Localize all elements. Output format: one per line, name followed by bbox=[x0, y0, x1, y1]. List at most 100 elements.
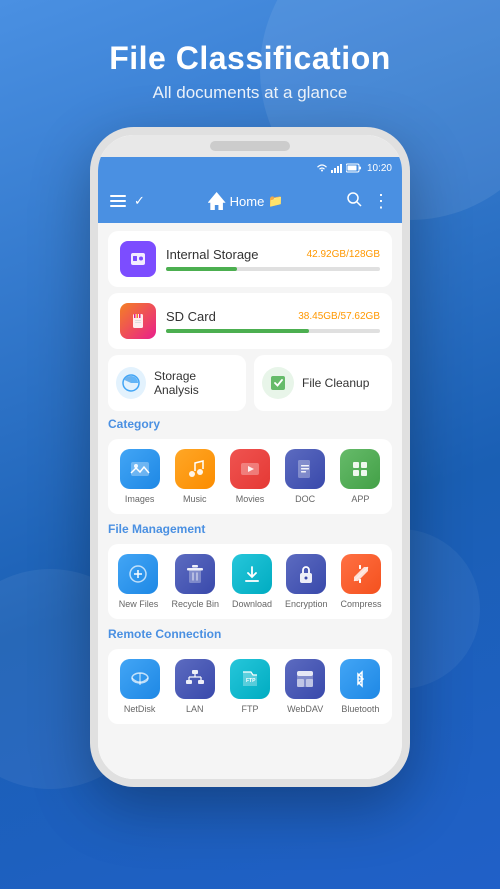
more-options-icon[interactable]: ⋮ bbox=[372, 191, 390, 212]
toolbar-right: ⋮ bbox=[346, 191, 390, 212]
battery-icon bbox=[346, 163, 362, 173]
compress-svg bbox=[350, 563, 372, 585]
analysis-icon bbox=[121, 373, 141, 393]
webdav-item[interactable]: WebDAV bbox=[285, 659, 325, 714]
file-cleanup-card[interactable]: File Cleanup bbox=[254, 355, 392, 411]
internal-storage-bar-wrap bbox=[166, 267, 380, 271]
compress-item[interactable]: Compress bbox=[340, 554, 381, 609]
internal-storage-card[interactable]: Internal Storage 42.92GB/128GB bbox=[108, 231, 392, 287]
phone-mockup: 10:20 ✓ Home 📁 bbox=[90, 127, 410, 787]
internal-storage-icon bbox=[120, 241, 156, 277]
cleanup-icon bbox=[268, 373, 288, 393]
music-icon bbox=[175, 449, 215, 489]
ftp-svg: FTP bbox=[239, 668, 261, 690]
ftp-icon: FTP bbox=[230, 659, 270, 699]
category-app[interactable]: APP bbox=[340, 449, 380, 504]
toolbar-center: Home 📁 bbox=[153, 192, 338, 210]
sd-card-icon bbox=[120, 303, 156, 339]
netdisk-svg bbox=[129, 668, 151, 690]
music-label: Music bbox=[183, 494, 207, 504]
toolbar-left: ✓ bbox=[110, 193, 145, 209]
recycle-svg bbox=[184, 563, 206, 585]
file-cleanup-label: File Cleanup bbox=[302, 376, 369, 390]
new-files-item[interactable]: New Files bbox=[118, 554, 158, 609]
remote-connection-title: Remote Connection bbox=[108, 627, 392, 641]
folder-icon: 📁 bbox=[268, 194, 283, 208]
encryption-label: Encryption bbox=[285, 599, 328, 609]
search-icon[interactable] bbox=[346, 191, 362, 212]
download-item[interactable]: Download bbox=[232, 554, 272, 609]
sd-card-size: 38.45GB/57.62GB bbox=[298, 311, 380, 322]
images-svg bbox=[129, 458, 151, 480]
movies-icon bbox=[230, 449, 270, 489]
webdav-icon bbox=[285, 659, 325, 699]
app-header: File Classification All documents at a g… bbox=[109, 40, 391, 103]
internal-storage-size: 42.92GB/128GB bbox=[307, 249, 380, 260]
ftp-item[interactable]: FTP FTP bbox=[230, 659, 270, 714]
phone-body: 10:20 ✓ Home 📁 bbox=[90, 127, 410, 787]
hamburger-menu[interactable] bbox=[110, 195, 126, 207]
category-music[interactable]: Music bbox=[175, 449, 215, 504]
file-management-grid: New Files bbox=[108, 544, 392, 619]
recycle-bin-icon bbox=[175, 554, 215, 594]
movies-svg bbox=[239, 458, 261, 480]
images-label: Images bbox=[125, 494, 155, 504]
recycle-bin-item[interactable]: Recycle Bin bbox=[171, 554, 219, 609]
home-icon bbox=[208, 192, 226, 210]
doc-label: DOC bbox=[295, 494, 315, 504]
internal-storage-row: Internal Storage 42.92GB/128GB bbox=[166, 247, 380, 262]
category-images[interactable]: Images bbox=[120, 449, 160, 504]
category-movies[interactable]: Movies bbox=[230, 449, 270, 504]
doc-icon bbox=[285, 449, 325, 489]
sd-card-info: SD Card 38.45GB/57.62GB bbox=[166, 309, 380, 333]
signal-icon bbox=[331, 163, 343, 173]
category-grid: Images Music bbox=[108, 439, 392, 514]
file-management-title: File Management bbox=[108, 522, 392, 536]
category-section: Category Images bbox=[108, 417, 392, 514]
webdav-label: WebDAV bbox=[287, 704, 323, 714]
images-icon bbox=[120, 449, 160, 489]
remote-connection-section: Remote Connection NetDisk bbox=[108, 627, 392, 724]
quick-actions: Storage Analysis File Cleanup bbox=[108, 355, 392, 411]
sd-card-bar-wrap bbox=[166, 329, 380, 333]
status-icons: 10:20 bbox=[316, 163, 392, 174]
category-doc[interactable]: DOC bbox=[285, 449, 325, 504]
bluetooth-item[interactable]: Bluetooth bbox=[340, 659, 380, 714]
category-section-title: Category bbox=[108, 417, 392, 431]
compress-icon bbox=[341, 554, 381, 594]
storage-device-icon bbox=[128, 249, 148, 269]
sd-card-row: SD Card 38.45GB/57.62GB bbox=[166, 309, 380, 324]
newfiles-svg bbox=[127, 563, 149, 585]
phone-top-bezel bbox=[98, 135, 402, 157]
app-svg bbox=[349, 458, 371, 480]
lan-icon bbox=[175, 659, 215, 699]
file-cleanup-icon bbox=[262, 367, 294, 399]
internal-storage-name: Internal Storage bbox=[166, 247, 259, 262]
sd-card-card[interactable]: SD Card 38.45GB/57.62GB bbox=[108, 293, 392, 349]
svg-text:FTP: FTP bbox=[246, 678, 256, 684]
download-icon bbox=[232, 554, 272, 594]
app-content: Internal Storage 42.92GB/128GB bbox=[98, 223, 402, 787]
file-management-section: File Management New Files bbox=[108, 522, 392, 619]
bluetooth-icon bbox=[340, 659, 380, 699]
lan-label: LAN bbox=[186, 704, 204, 714]
remote-connection-grid: NetDisk bbox=[108, 649, 392, 724]
status-time: 10:20 bbox=[367, 163, 392, 174]
encryption-svg bbox=[295, 563, 317, 585]
netdisk-item[interactable]: NetDisk bbox=[120, 659, 160, 714]
new-files-icon bbox=[118, 554, 158, 594]
internal-storage-info: Internal Storage 42.92GB/128GB bbox=[166, 247, 380, 271]
lan-svg bbox=[184, 668, 206, 690]
download-svg bbox=[241, 563, 263, 585]
movies-label: Movies bbox=[236, 494, 265, 504]
encryption-item[interactable]: Encryption bbox=[285, 554, 328, 609]
scrollable-content[interactable]: Internal Storage 42.92GB/128GB bbox=[98, 223, 402, 787]
ftp-label: FTP bbox=[241, 704, 258, 714]
webdav-svg bbox=[294, 668, 316, 690]
app-label: APP bbox=[351, 494, 369, 504]
internal-storage-bar bbox=[166, 267, 237, 271]
lan-item[interactable]: LAN bbox=[175, 659, 215, 714]
new-files-label: New Files bbox=[119, 599, 159, 609]
wifi-icon bbox=[316, 163, 328, 173]
storage-analysis-card[interactable]: Storage Analysis bbox=[108, 355, 246, 411]
